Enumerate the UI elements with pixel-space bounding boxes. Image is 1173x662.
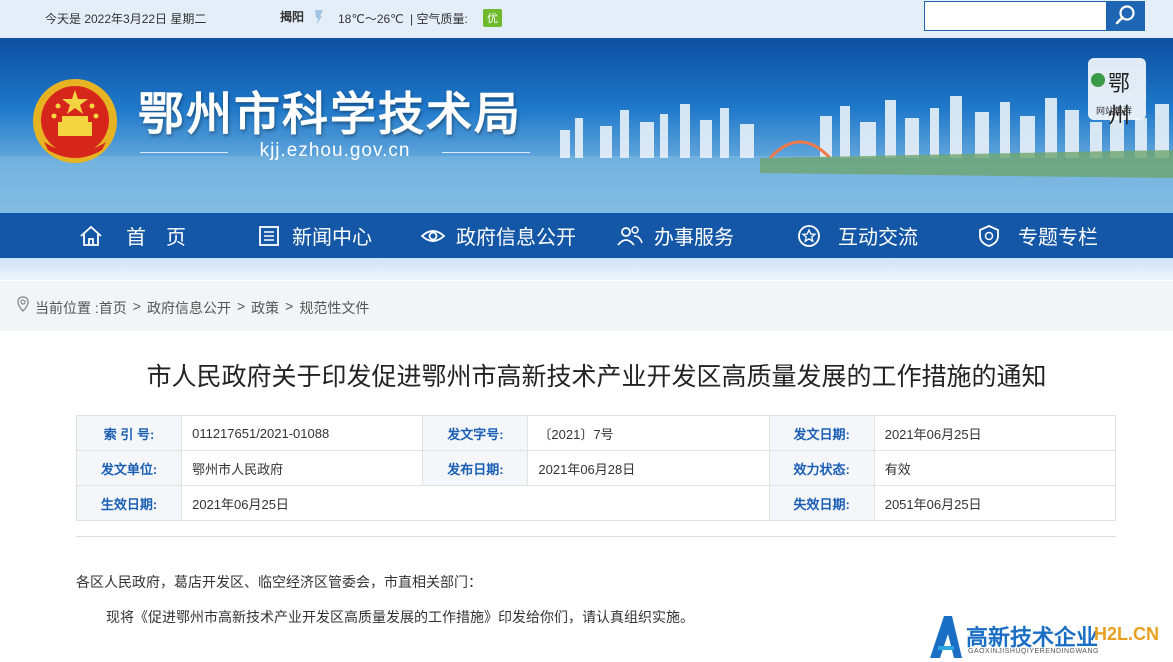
meta-value: 2021年06月25日	[873, 415, 1117, 451]
meta-key: 发文日期:	[768, 415, 875, 451]
breadcrumb-separator: >	[285, 298, 294, 314]
nav-item-news[interactable]: 新闻中心	[256, 213, 372, 258]
nav-label: 办事服务	[654, 227, 734, 249]
watermark-logo: 高新技术企业 H2L.CN GAOXINJISHUQIYERENDINGWANG	[928, 612, 1173, 662]
breadcrumb-home-link[interactable]: 首页	[99, 300, 127, 316]
watermark-a-icon	[930, 616, 962, 658]
location-pin-icon	[17, 296, 29, 312]
top-bar: 今天是 2022年3月22日 星期二 揭阳 18℃～26℃ | 空气质量: 优	[0, 0, 1173, 38]
watermark-brand: H2L.CN	[1094, 624, 1160, 644]
star-icon	[798, 224, 820, 247]
meta-value: 011217651/2021-01088	[181, 415, 424, 451]
breadcrumb-gov-info-link[interactable]: 政府信息公开	[147, 298, 231, 318]
meta-value: 鄂州市人民政府	[181, 450, 424, 486]
meta-key: 索 引 号:	[75, 415, 183, 451]
meta-key: 发文字号:	[422, 415, 529, 451]
meta-key: 生效日期:	[75, 485, 183, 521]
breadcrumb-policy-link[interactable]: 政策	[251, 298, 279, 318]
nav-item-gov-info[interactable]: 政府信息公开	[420, 213, 576, 258]
nav-item-home[interactable]: 首 页	[78, 213, 186, 258]
search-button[interactable]	[1106, 1, 1145, 31]
meta-value: 2051年06月25日	[873, 485, 1117, 521]
nav-label: 首 页	[126, 227, 186, 249]
magnifier-icon	[1115, 4, 1135, 24]
watermark-sub: GAOXINJISHUQIYERENDINGWANG	[968, 648, 1099, 655]
site-title: 鄂州市科学技术局	[138, 87, 522, 141]
ezhou-site-logo: 鄂州 网站集群	[1088, 58, 1146, 129]
people-icon	[617, 225, 643, 246]
table-row: 生效日期: 2021年06月25日 失效日期: 2051年06月25日	[75, 485, 1117, 521]
current-date: 今天是 2022年3月22日 星期二	[45, 12, 207, 26]
home-icon	[80, 225, 102, 246]
nav-label: 专题专栏	[1018, 227, 1098, 249]
body-paragraph: 现将《促进鄂州市高新技术产业开发区高质量发展的工作措施》印发给你们，请认真组织实…	[106, 609, 694, 625]
breadcrumb-normative-docs-link[interactable]: 规范性文件	[299, 298, 369, 318]
meta-key: 失效日期:	[768, 485, 875, 521]
weather-city: 揭阳	[280, 10, 305, 24]
nav-label: 新闻中心	[292, 227, 372, 249]
meta-value: 〔2021〕7号	[527, 415, 770, 451]
decorative-strip	[0, 258, 1173, 280]
breadcrumb-separator: >	[132, 298, 141, 314]
document-meta-table: 索 引 号: 011217651/2021-01088 发文字号: 〔2021〕…	[75, 415, 1117, 521]
national-emblem-icon	[33, 79, 117, 163]
table-row: 索 引 号: 011217651/2021-01088 发文字号: 〔2021〕…	[75, 415, 1117, 451]
divider	[76, 536, 1116, 537]
document-title: 市人民政府关于印发促进鄂州市高新技术产业开发区高质量发展的工作措施的通知	[146, 362, 1047, 391]
meta-key: 效力状态:	[768, 450, 875, 486]
meta-value: 2021年06月28日	[527, 450, 770, 486]
logo-subtext: 网站集群	[1096, 106, 1133, 116]
breadcrumb-prefix: 当前位置 :首页	[35, 300, 127, 316]
nav-item-topics[interactable]: 专题专栏	[976, 213, 1098, 258]
air-quality-label: | 空气质量:	[410, 12, 468, 26]
nav-item-interaction[interactable]: 互动交流	[796, 213, 918, 258]
shield-icon	[979, 224, 999, 247]
news-icon	[259, 225, 279, 246]
nav-item-services[interactable]: 办事服务	[616, 213, 734, 258]
weather-icon	[315, 10, 323, 24]
site-url: kjj.ezhou.gov.cn	[140, 140, 530, 162]
salutation-paragraph: 各区人民政府，葛店开发区、临空经济区管委会，市直相关部门：	[76, 574, 482, 590]
meta-key: 发文单位:	[75, 450, 183, 486]
nav-label: 互动交流	[838, 227, 918, 249]
eye-icon	[420, 229, 446, 242]
meta-value: 有效	[873, 450, 1117, 486]
logo-text: 鄂州	[1108, 72, 1131, 129]
meta-value: 2021年06月25日	[181, 485, 770, 521]
search-input[interactable]	[924, 1, 1107, 31]
table-row: 发文单位: 鄂州市人民政府 发布日期: 2021年06月28日 效力状态: 有效	[75, 450, 1117, 486]
nav-label: 政府信息公开	[456, 227, 576, 249]
breadcrumb-separator: >	[236, 298, 246, 314]
air-quality-badge: 优	[483, 9, 502, 27]
site-banner: 鄂州市科学技术局 kjj.ezhou.gov.cn 鄂州 网站集群	[0, 38, 1173, 213]
breadcrumb: 当前位置 :首页 > 政府信息公开 > 政策 > 规范性文件	[0, 281, 1173, 331]
main-nav: 首 页 新闻中心 政府信息公开 办事服务 互动交流 专题专栏	[0, 213, 1173, 258]
meta-key: 发布日期:	[422, 450, 529, 486]
weather-temperature: 18℃～26℃	[338, 12, 404, 26]
